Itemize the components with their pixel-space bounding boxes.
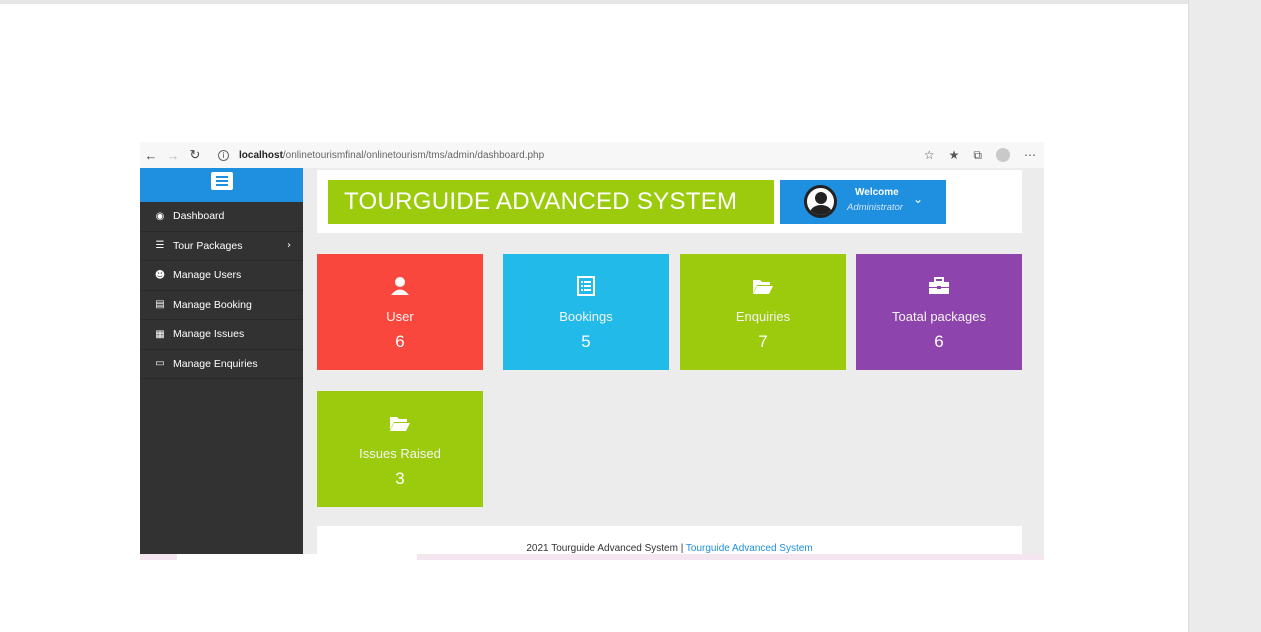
hamburger-menu-icon[interactable]: [210, 172, 233, 190]
tile-label: Issues Raised: [359, 446, 441, 461]
sidebar-item-manage-issues[interactable]: ▦ Manage Issues: [140, 320, 303, 350]
collections-icon[interactable]: ⧉: [973, 148, 982, 163]
sidebar-item-label: Dashboard: [173, 210, 225, 223]
file-icon: ▭: [155, 358, 165, 370]
sidebar-item-label: Manage Users: [173, 269, 242, 282]
footer-link[interactable]: Tourguide Advanced System: [686, 543, 813, 554]
tile-label: Enquiries: [735, 309, 791, 324]
tile-value: 3: [395, 469, 405, 488]
site-title: TOURGUIDE ADVANCED SYSTEM: [328, 180, 774, 224]
dashboard-icon: ◉: [155, 210, 165, 222]
sidebar-item-manage-users[interactable]: ☻ Manage Users: [140, 261, 303, 291]
tile-value: 6: [395, 332, 405, 351]
tile-value: 5: [581, 332, 591, 351]
list-alt-icon: ▤: [155, 299, 165, 311]
right-gray-panel: [1188, 0, 1261, 632]
briefcase-icon: [856, 275, 1022, 297]
user-role: Administrator: [847, 202, 903, 213]
chevron-right-icon: ›: [287, 240, 291, 252]
tile-value: 6: [934, 332, 944, 351]
browser-tools: ☆ ★ ⧉ ⋯: [924, 142, 1036, 168]
top-header: TOURGUIDE ADVANCED SYSTEM Welcome Admini…: [317, 170, 1022, 233]
sidebar-item-tour-packages[interactable]: ☰ Tour Packages ›: [140, 232, 303, 261]
url-host: localhost: [239, 149, 283, 161]
chevron-down-icon: ⌄: [913, 192, 924, 206]
taskbar-strip: [140, 554, 1044, 560]
tile-label: Bookings: [559, 309, 613, 324]
more-icon[interactable]: ⋯: [1024, 148, 1036, 162]
refresh-icon[interactable]: ↻: [184, 147, 206, 163]
sidebar-item-manage-booking[interactable]: ▤ Manage Booking: [140, 291, 303, 320]
browser-toolbar: ← → ↻ i localhost/onlinetourismfinal/onl…: [140, 142, 1044, 168]
info-icon[interactable]: i: [218, 149, 229, 161]
user-dropdown[interactable]: Welcome Administrator ⌄: [780, 180, 946, 224]
list-icon: ☰: [155, 240, 165, 252]
sidebar-item-dashboard[interactable]: ◉ Dashboard: [140, 202, 303, 232]
sidebar: ◉ Dashboard ☰ Tour Packages › ☻ Manage U…: [140, 168, 303, 560]
address-bar[interactable]: localhost/onlinetourismfinal/onlinetouri…: [239, 150, 544, 161]
stat-tile-enquiries[interactable]: Enquiries 7: [680, 254, 846, 370]
users-icon: ☻: [154, 269, 166, 281]
forward-arrow-icon[interactable]: →: [162, 148, 184, 163]
sidebar-item-label: Manage Enquiries: [173, 357, 258, 370]
welcome-text: Welcome: [855, 187, 899, 198]
sidebar-item-label: Manage Issues: [173, 328, 245, 341]
embedded-screenshot: ← → ↻ i localhost/onlinetourismfinal/onl…: [140, 142, 1044, 560]
taskbar-cutout: [177, 554, 417, 560]
stat-tile-total-packages[interactable]: Toatal packages 6: [856, 254, 1022, 370]
top-shade: [0, 0, 1261, 4]
sidebar-item-manage-enquiries[interactable]: ▭ Manage Enquiries: [140, 350, 303, 379]
user-icon: [317, 275, 483, 297]
stat-tile-bookings[interactable]: Bookings 5: [503, 254, 669, 370]
sidebar-item-label: Tour Packages: [173, 239, 243, 252]
folder-open-icon: [680, 275, 846, 297]
folder-open-icon: [317, 412, 483, 434]
stat-tile-issues-raised[interactable]: Issues Raised 3: [317, 391, 483, 507]
table-icon: ▦: [155, 328, 165, 340]
list-box-icon: [503, 275, 669, 297]
read-aloud-icon[interactable]: ☆: [924, 148, 935, 162]
avatar: [804, 185, 837, 218]
profile-icon[interactable]: [996, 148, 1010, 162]
footer-text: 2021 Tourguide Advanced System |: [526, 543, 686, 554]
favorites-icon[interactable]: ★: [949, 148, 960, 162]
tile-label: User: [386, 309, 414, 324]
stat-tile-users[interactable]: User 6: [317, 254, 483, 370]
sidebar-toggle-bar: [140, 168, 303, 202]
sidebar-item-label: Manage Booking: [173, 298, 252, 311]
tile-value: 7: [758, 332, 768, 351]
tile-label: Toatal packages: [892, 309, 986, 324]
back-arrow-icon[interactable]: ←: [140, 148, 162, 163]
url-path: /onlinetourismfinal/onlinetourism/tms/ad…: [282, 149, 545, 161]
